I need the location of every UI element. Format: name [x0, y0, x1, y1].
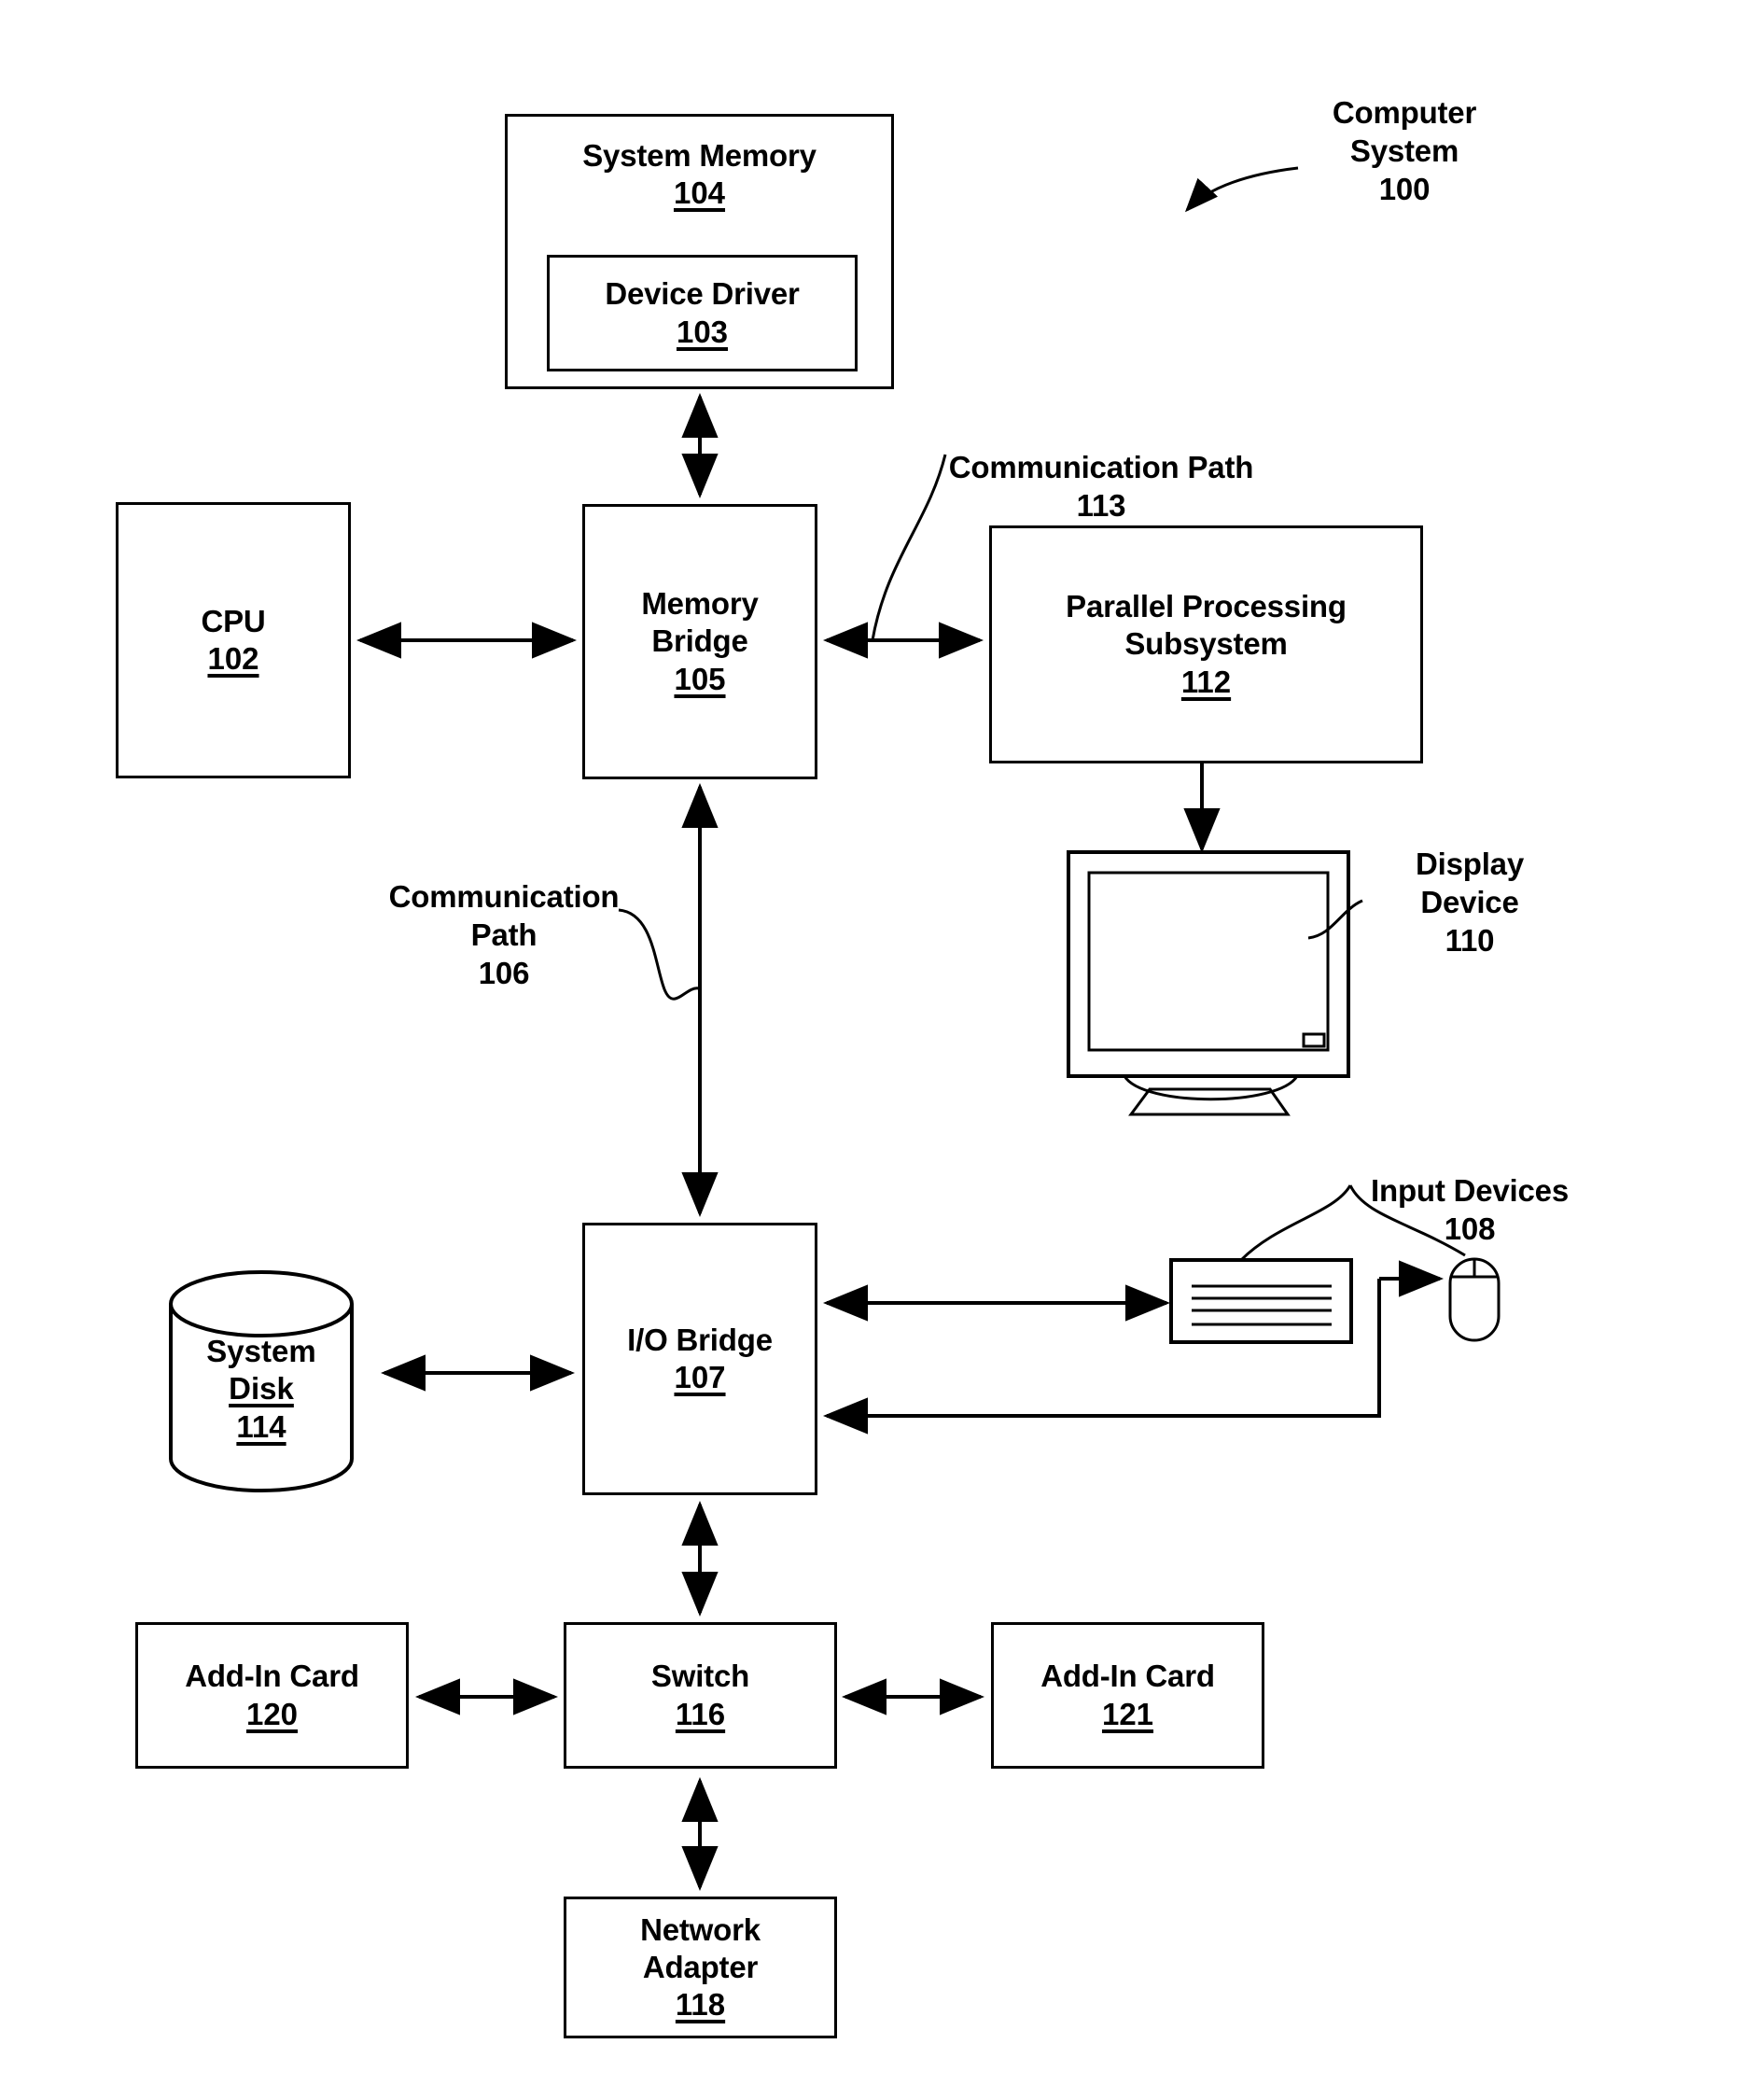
monitor-icon — [1067, 850, 1350, 1116]
monitor-power-led — [1302, 1032, 1326, 1048]
node-network-adapter[interactable]: Network Adapter 118 — [564, 1897, 837, 2038]
node-system-memory[interactable]: System Memory 104 Device Driver 103 — [505, 114, 894, 389]
caption-display-device-110: Display Device 110 — [1353, 807, 1586, 999]
monitor-stand-neck — [1123, 1075, 1299, 1101]
system-disk-line1: System — [206, 1334, 316, 1368]
add-in-card-121-title: Add-In Card — [1040, 1659, 1215, 1694]
add-in-card-120-title: Add-In Card — [185, 1659, 359, 1694]
network-adapter-title: Network Adapter — [640, 1911, 761, 1984]
caption-communication-path-113: Communication Path 113 — [882, 411, 1320, 564]
display-device-number: 110 — [1445, 922, 1495, 958]
node-device-driver[interactable]: Device Driver 103 — [547, 255, 858, 371]
switch-number: 116 — [675, 1696, 726, 1731]
io-bridge-number: 107 — [674, 1360, 726, 1394]
communication-path-113-number: 113 — [1076, 487, 1126, 523]
caption-communication-path-106: Communication Path 106 — [355, 840, 653, 1031]
switch-title: Switch — [650, 1659, 750, 1694]
communication-path-106-number: 106 — [478, 955, 530, 990]
computer-system-name: Computer System — [1332, 94, 1477, 168]
input-devices-name: Input Devices — [1371, 1172, 1569, 1208]
cpu-number: 102 — [207, 641, 259, 676]
system-memory-title: System Memory — [582, 138, 817, 173]
cpu-title: CPU — [201, 603, 266, 638]
node-memory-bridge[interactable]: Memory Bridge 105 — [582, 504, 817, 779]
pps-number: 112 — [1180, 664, 1232, 699]
computer-system-number: 100 — [1378, 171, 1431, 206]
display-device-name: Display Device — [1416, 846, 1524, 919]
node-switch[interactable]: Switch 116 — [564, 1622, 837, 1769]
communication-path-106-name: Communication Path — [388, 878, 620, 952]
caption-input-devices-108: Input Devices 108 — [1334, 1134, 1605, 1287]
system-disk-number: 114 — [236, 1408, 286, 1444]
communication-path-113-name: Communication Path — [948, 449, 1254, 484]
monitor-bezel — [1067, 850, 1350, 1078]
add-in-card-120-number: 120 — [245, 1696, 299, 1731]
pps-title: Parallel Processing Subsystem — [1066, 589, 1347, 662]
keyboard-icon — [1169, 1258, 1353, 1344]
io-bridge-title: I/O Bridge — [627, 1322, 773, 1357]
memory-bridge-number: 105 — [674, 661, 726, 696]
node-add-in-card-121[interactable]: Add-In Card 121 — [991, 1622, 1264, 1769]
node-add-in-card-120[interactable]: Add-In Card 120 — [135, 1622, 409, 1769]
input-devices-number: 108 — [1444, 1211, 1496, 1246]
system-memory-number: 104 — [673, 175, 726, 211]
node-cpu[interactable]: CPU 102 — [116, 502, 351, 778]
memory-bridge-title: Memory Bridge — [641, 586, 759, 659]
system-disk-line2: Disk — [229, 1371, 294, 1407]
disk-top — [169, 1270, 354, 1337]
figure-canvas: Computer System 100 System Memory 104 De… — [0, 0, 1759, 2100]
node-io-bridge[interactable]: I/O Bridge 107 — [582, 1223, 817, 1495]
device-driver-number: 103 — [676, 314, 729, 349]
keyboard-body — [1169, 1258, 1353, 1344]
monitor-screen — [1087, 871, 1330, 1052]
add-in-card-121-number: 121 — [1101, 1696, 1154, 1731]
device-driver-title: Device Driver — [605, 276, 800, 312]
network-adapter-number: 118 — [675, 1987, 726, 2023]
system-disk-label: System Disk 114 — [168, 1333, 355, 1446]
computer-system-label: Computer System 100 — [1255, 56, 1554, 247]
